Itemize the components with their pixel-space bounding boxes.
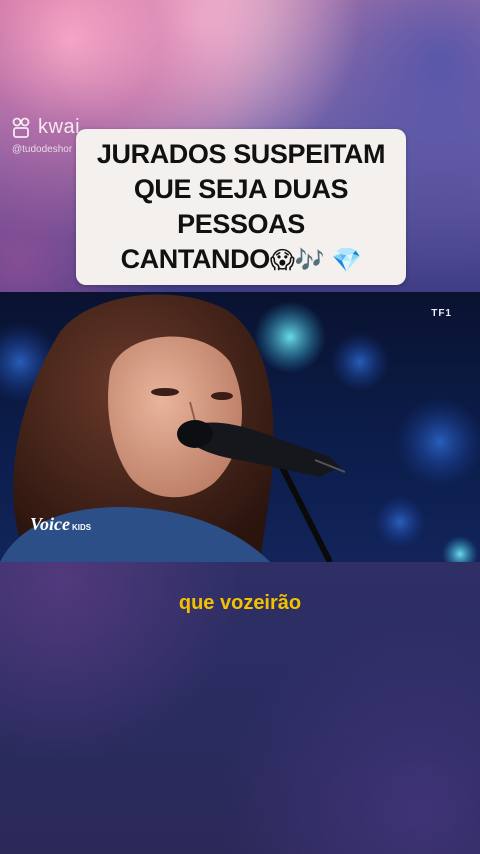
stage-light <box>330 332 390 392</box>
caption-line-4: CANTANDO😱🎶 💎 <box>121 242 362 278</box>
caption-emojis: 😱🎶 💎 <box>269 245 362 274</box>
stage-light <box>395 397 480 487</box>
kwai-handle: @tudodeshor <box>12 144 73 155</box>
the-voice-kids-logo: Voice KIDS <box>30 514 91 535</box>
stage-light <box>442 536 478 562</box>
voice-logo-text: Voice <box>30 514 70 534</box>
stage-light <box>374 496 426 548</box>
voice-logo-sub: KIDS <box>72 523 92 532</box>
kwai-watermark: kwai <box>12 116 80 139</box>
video-subtitle: que vozeirão <box>178 592 302 614</box>
caption-box: JURADOS SUSPEITAM QUE SEJA DUAS PESSOAS … <box>76 129 406 285</box>
caption-line-1: JURADOS SUSPEITAM <box>96 138 386 169</box>
caption-line-2: QUE SEJA DUAS <box>133 173 349 204</box>
caption-line-3: PESSOAS <box>177 208 305 239</box>
mic-stand <box>279 465 333 562</box>
stage-light <box>254 301 326 373</box>
video-frame[interactable]: TF1 Voice KIDS <box>0 292 480 562</box>
caption-line-4-text: CANTANDO <box>120 243 271 274</box>
singer-face <box>108 336 242 498</box>
kwai-brand-text: kwai <box>38 116 81 138</box>
tf1-logo: TF1 <box>431 308 452 319</box>
kwai-logo-icon <box>12 117 30 138</box>
